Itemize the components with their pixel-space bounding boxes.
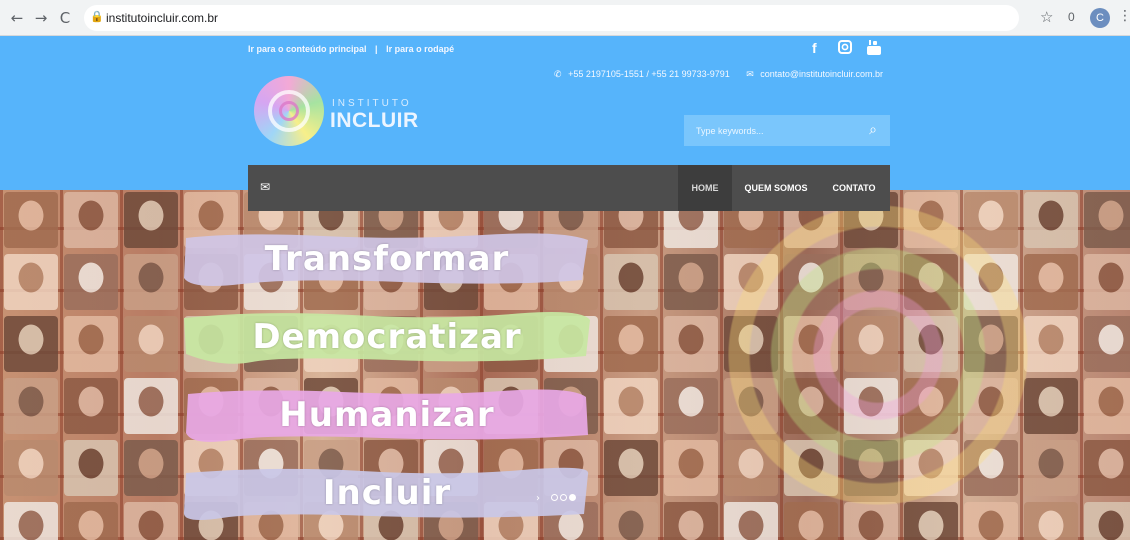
nav-item-home[interactable]: HOME [678,165,732,211]
face-photo-tile [664,316,718,372]
nav-item-quem-somos[interactable]: QUEM SOMOS [736,165,816,211]
slider-dot[interactable] [551,494,559,501]
skip-to-main-link[interactable]: Ir para o conteúdo principal [248,44,367,54]
face-photo-tile [1024,502,1078,540]
profile-avatar[interactable]: C [1090,8,1110,28]
main-navigation: ✉ HOME QUEM SOMOS CONTATO [248,165,890,211]
phone-number[interactable]: +55 2197105-1551 / +55 21 99733-9791 [568,69,730,79]
brush-stroke-4: Incluir [182,466,592,520]
face-photo-tile [964,502,1018,540]
skip-separator: | [375,44,378,54]
bookmark-star-icon[interactable]: ☆ [1040,8,1053,26]
hero-word-transformar: Transformar [264,239,510,279]
face-photo-tile [64,378,118,434]
face-photo-tile [604,440,658,496]
brush-stroke-3: Humanizar [182,388,592,442]
face-photo-tile [4,378,58,434]
face-photo-tile [4,502,58,540]
face-photo-tile [64,254,118,310]
youtube-icon[interactable] [866,40,882,59]
face-photo-tile [784,502,838,540]
address-bar[interactable]: 🔒 institutoincluir.com.br [84,5,1019,31]
face-photo-tile [4,316,58,372]
face-photo-tile [4,254,58,310]
face-photo-tile [604,316,658,372]
face-photo-tile [124,440,178,496]
face-photo-tile [124,502,178,540]
browser-menu-icon[interactable]: ⋮ [1118,8,1130,24]
facebook-icon[interactable]: f [812,40,817,56]
slider-controls: › [536,493,577,504]
face-photo-tile [124,192,178,248]
face-photo-tile [1084,502,1130,540]
envelope-icon: ✉ [746,70,754,80]
face-photo-tile [124,254,178,310]
hero-word-humanizar: Humanizar [279,395,495,435]
face-photo-tile [1084,440,1130,496]
face-photo-tile [1084,254,1130,310]
browser-toolbar: ← → C 🔒 institutoincluir.com.br ☆ 0 C ⋮ [0,0,1130,36]
logo-text-incluir: INCLUIR [330,109,419,132]
reload-icon[interactable]: C [56,9,74,27]
nav-item-contato[interactable]: CONTATO [822,165,886,211]
face-photo-tile [604,254,658,310]
slider-next-arrow[interactable]: › [536,493,543,504]
face-photo-tile [1084,378,1130,434]
hero-slider: Transformar Democratizar Humanizar Inclu… [0,190,1130,540]
face-photo-tile [604,502,658,540]
envelope-icon[interactable]: ✉ [260,180,270,194]
face-photo-tile [1024,192,1078,248]
face-photo-tile [1024,316,1078,372]
face-photo-tile [64,440,118,496]
face-photo-tile [664,378,718,434]
face-photo-tile [124,378,178,434]
face-photo-tile [1024,378,1078,434]
search-box: ⌕ [684,115,890,146]
forward-icon[interactable]: → [32,9,50,27]
slider-dot[interactable] [569,494,577,501]
url-text: institutoincluir.com.br [106,11,219,25]
face-photo-tile [844,502,898,540]
face-photo-tile [124,316,178,372]
face-photo-tile [664,254,718,310]
slider-dot[interactable] [560,494,568,501]
brush-stroke-2: Democratizar [182,310,592,364]
phone-icon: ✆ [554,70,562,80]
face-photo-tile [604,378,658,434]
face-photo-tile [1084,316,1130,372]
face-photo-tile [904,502,958,540]
face-photo-tile [1084,192,1130,248]
contact-info: ✆ +55 2197105-1551 / +55 21 99733-9791 ✉… [554,69,883,80]
face-photo-tile [664,502,718,540]
hero-word-incluir: Incluir [322,473,452,513]
brush-stroke-1: Transformar [182,232,592,286]
extension-counter[interactable]: 0 [1068,10,1075,24]
instagram-icon[interactable] [838,40,852,57]
email-link[interactable]: contato@institutoincluir.com.br [760,69,883,79]
decorative-swirl [728,205,1028,505]
face-photo-tile [64,192,118,248]
face-photo-tile [4,440,58,496]
skip-to-footer-link[interactable]: Ir para o rodapé [386,44,454,54]
face-photo-tile [64,502,118,540]
search-icon[interactable]: ⌕ [856,115,890,146]
face-photo-tile [64,316,118,372]
logo-swirl[interactable] [254,76,324,146]
face-photo-tile [724,502,778,540]
face-photo-tile [1024,254,1078,310]
face-photo-tile [1024,440,1078,496]
back-icon[interactable]: ← [8,9,26,27]
skip-links: Ir para o conteúdo principal | Ir para o… [248,44,460,54]
face-photo-tile [4,192,58,248]
lock-icon: 🔒 [90,10,104,23]
face-photo-tile [664,440,718,496]
hero-word-democratizar: Democratizar [252,317,522,357]
search-input[interactable] [684,115,856,146]
logo-text-instituto: INSTITUTO [332,98,412,109]
